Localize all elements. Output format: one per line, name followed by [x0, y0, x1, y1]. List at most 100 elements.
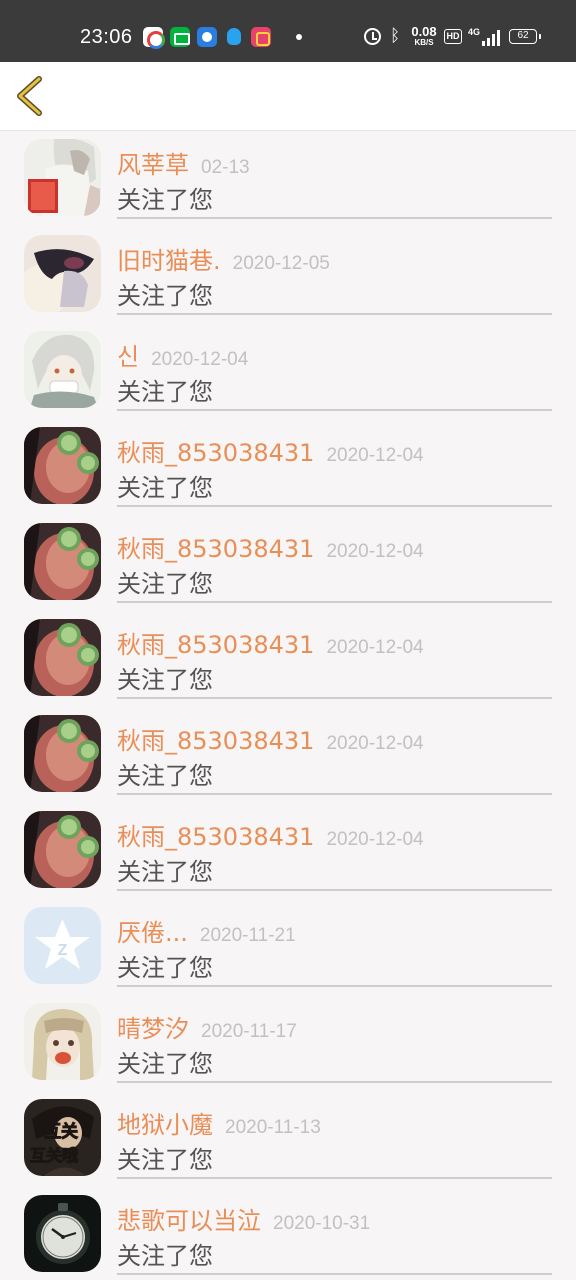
user-name[interactable]: 秋雨_853038431 — [117, 439, 314, 467]
name-line: 厌倦... 2020-11-21 — [117, 913, 296, 948]
follow-date: 02-13 — [201, 157, 250, 178]
action-text: 关注了您 — [117, 474, 213, 502]
avatar[interactable] — [24, 139, 101, 216]
iqiyi-icon — [170, 27, 190, 47]
user-name[interactable]: 秋雨_853038431 — [117, 535, 314, 563]
user-name[interactable]: 신 — [117, 343, 139, 371]
list-item[interactable]: 秋雨_853038431 2020-12-04 关注了您 — [0, 611, 576, 707]
avatar[interactable] — [24, 523, 101, 600]
user-name[interactable]: 秋雨_853038431 — [117, 631, 314, 659]
user-name[interactable]: 厌倦... — [117, 919, 188, 947]
user-name[interactable]: 地狱小魔 — [117, 1111, 213, 1139]
chevron-left-icon — [17, 76, 42, 116]
divider — [117, 409, 552, 411]
follow-date: 2020-11-17 — [201, 1021, 297, 1042]
browser-app-icon — [197, 27, 217, 47]
net-speed-unit: KB/S — [414, 38, 434, 47]
name-line: 秋雨_853038431 2020-12-04 — [117, 529, 424, 564]
list-item[interactable]: 秋雨_853038431 2020-12-04 关注了您 — [0, 803, 576, 899]
divider — [117, 217, 552, 219]
net-speed-value: 0.08 — [411, 24, 437, 39]
follow-date: 2020-11-13 — [225, 1117, 321, 1138]
action-text: 关注了您 — [117, 666, 213, 694]
avatar[interactable] — [24, 427, 101, 504]
list-item[interactable]: 秋雨_853038431 2020-12-04 关注了您 — [0, 515, 576, 611]
follow-date: 2020-12-04 — [326, 445, 424, 466]
avatar[interactable] — [24, 1003, 101, 1080]
list-item[interactable]: 신 2020-12-04 关注了您 — [0, 323, 576, 419]
divider — [117, 505, 552, 507]
name-line: 地狱小魔 2020-11-13 — [117, 1105, 321, 1140]
divider — [117, 601, 552, 603]
follower-list: 风莘草 02-13 关注了您 旧时猫巷. 2020-12-05 关注了您 신 2020-12-… — [0, 131, 576, 1280]
list-item[interactable]: 风莘草 02-13 关注了您 — [0, 131, 576, 227]
action-text: 关注了您 — [117, 1050, 213, 1078]
chrome-like-app-icon — [143, 27, 165, 49]
action-text: 关注了您 — [117, 762, 213, 790]
avatar[interactable]: 互关 互关哦 — [24, 1099, 101, 1176]
name-line: 旧时猫巷. 2020-12-05 — [117, 241, 330, 276]
status-time: 23:06 — [80, 26, 133, 48]
user-name[interactable]: 悲歌可以当泣 — [117, 1207, 261, 1235]
divider — [117, 985, 552, 987]
list-item[interactable]: Z 厌倦... 2020-11-21 关注了您 — [0, 899, 576, 995]
list-item[interactable]: 悲歌可以当泣 2020-10-31 关注了您 — [0, 1187, 576, 1280]
name-line: 悲歌可以当泣 2020-10-31 — [117, 1201, 370, 1236]
avatar[interactable] — [24, 1195, 101, 1272]
divider — [117, 793, 552, 795]
svg-text:Z: Z — [58, 942, 68, 959]
action-text: 关注了您 — [117, 858, 213, 886]
name-line: 秋雨_853038431 2020-12-04 — [117, 433, 424, 468]
qq-icon — [224, 27, 244, 47]
action-text: 关注了您 — [117, 282, 213, 310]
list-item[interactable]: 互关 互关哦 地狱小魔 2020-11-13 关注了您 — [0, 1091, 576, 1187]
signal-icon: 4G — [468, 27, 502, 47]
action-text: 关注了您 — [117, 186, 213, 214]
list-item[interactable]: 晴梦汐 2020-11-17 关注了您 — [0, 995, 576, 1091]
avatar[interactable] — [24, 235, 101, 312]
divider — [117, 313, 552, 315]
svg-text:互关哦: 互关哦 — [30, 1146, 78, 1165]
alarm-icon — [364, 28, 381, 45]
user-name[interactable]: 晴梦汐 — [117, 1015, 189, 1043]
follow-date: 2020-12-04 — [326, 541, 424, 562]
avatar[interactable] — [24, 619, 101, 696]
list-item[interactable]: 秋雨_853038431 2020-12-04 关注了您 — [0, 707, 576, 803]
hd-badge: HD — [444, 29, 462, 44]
header — [0, 62, 576, 131]
avatar[interactable] — [24, 811, 101, 888]
user-name[interactable]: 风莘草 — [117, 151, 189, 179]
notification-icons — [143, 27, 302, 49]
name-line: 晴梦汐 2020-11-17 — [117, 1009, 297, 1044]
user-name[interactable]: 秋雨_853038431 — [117, 727, 314, 755]
name-line: 秋雨_853038431 2020-12-04 — [117, 817, 424, 852]
bluetooth-icon: ᛒ — [390, 26, 401, 46]
divider — [117, 1177, 552, 1179]
kuaishou-icon — [251, 27, 271, 47]
net-speed: 0.08 KB/S — [409, 25, 439, 47]
divider — [117, 1273, 552, 1275]
user-name[interactable]: 秋雨_853038431 — [117, 823, 314, 851]
list-item[interactable]: 旧时猫巷. 2020-12-05 关注了您 — [0, 227, 576, 323]
avatar[interactable]: Z — [24, 907, 101, 984]
follow-date: 2020-11-21 — [199, 925, 296, 946]
follow-date: 2020-12-04 — [326, 829, 424, 850]
divider — [117, 889, 552, 891]
avatar[interactable] — [24, 331, 101, 408]
avatar[interactable] — [24, 715, 101, 792]
name-line: 秋雨_853038431 2020-12-04 — [117, 721, 424, 756]
name-line: 신 2020-12-04 — [117, 337, 248, 372]
user-name[interactable]: 旧时猫巷. — [117, 247, 221, 275]
name-line: 秋雨_853038431 2020-12-04 — [117, 625, 424, 660]
list-item[interactable]: 秋雨_853038431 2020-12-04 关注了您 — [0, 419, 576, 515]
more-notifications-dot-icon — [296, 34, 302, 40]
status-bar: 23:06 ᛒ 0.08 KB/S HD 4G 62 — [0, 0, 576, 62]
follow-date: 2020-12-05 — [232, 253, 330, 274]
follow-date: 2020-12-04 — [151, 349, 249, 370]
follow-date: 2020-12-04 — [326, 733, 424, 754]
back-button[interactable] — [12, 74, 52, 118]
action-text: 关注了您 — [117, 378, 213, 406]
battery-icon: 62 — [509, 29, 541, 44]
follow-date: 2020-10-31 — [273, 1213, 371, 1234]
battery-level: 62 — [517, 30, 529, 41]
